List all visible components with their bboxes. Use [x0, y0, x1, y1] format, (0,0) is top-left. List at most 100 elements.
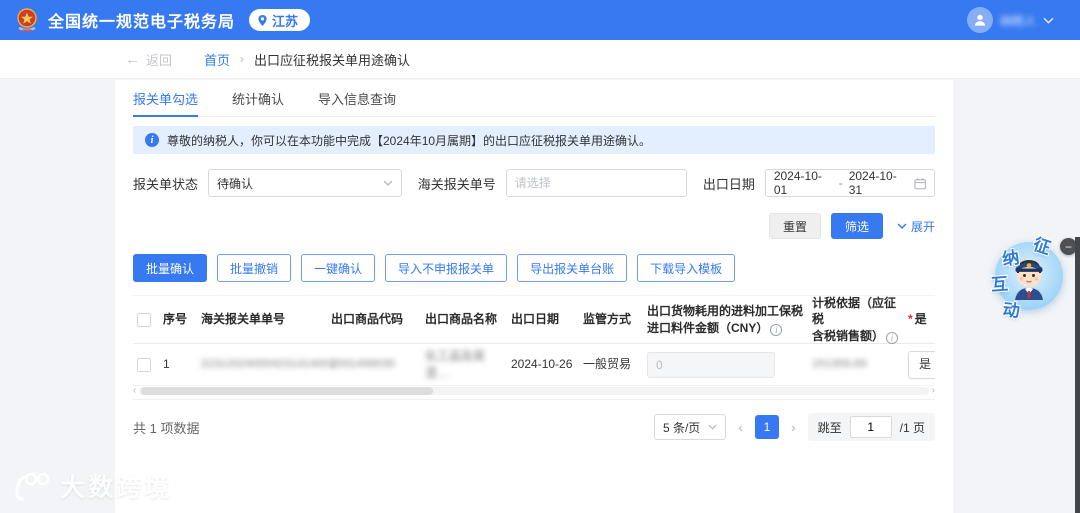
user-icon: [974, 14, 986, 26]
tab-bar: 报关单勾选 统计确认 导入信息查询: [133, 80, 935, 117]
row-seq: 1: [163, 357, 170, 372]
required-asterisk: *: [908, 312, 913, 327]
row-checkbox[interactable]: [137, 357, 151, 372]
col-bonded-line2: 进口料件金额（CNY）: [647, 320, 769, 335]
status-value: 待确认: [217, 176, 254, 191]
customs-no-input[interactable]: [514, 176, 678, 190]
widget-char-2[interactable]: 纳: [1000, 243, 1020, 270]
col-product-code: 出口商品代码: [331, 312, 404, 327]
chevron-down-icon: [897, 223, 907, 229]
filter-row: 报关单状态 待确认 海关报关单号 出口日期 2024-10-01 - 2024-…: [133, 169, 935, 197]
jump-page-input[interactable]: [849, 416, 892, 438]
chevron-down-icon: [1043, 17, 1054, 24]
info-banner-text: 尊敬的纳税人，你可以在本功能中完成【2024年10月属期】的出口应征税报关单用途…: [167, 133, 652, 148]
col-tax-basis: 计税依据（应征税 含税销售额） i: [812, 296, 908, 344]
info-banner: i 尊敬的纳税人，你可以在本功能中完成【2024年10月属期】的出口应征税报关单…: [133, 126, 935, 154]
batch-confirm-button[interactable]: 批量确认: [133, 254, 208, 282]
customs-no-field: [505, 169, 687, 197]
table-header-row: 序号 海关报关单单号 出口商品代码 出口商品名称 出口日期 监管方式 出口货物耗…: [133, 296, 935, 344]
confirm-select[interactable]: 是: [908, 350, 935, 379]
date-separator: -: [838, 176, 843, 190]
jump-label: 跳至: [817, 420, 842, 435]
select-all-checkbox[interactable]: [137, 312, 151, 327]
status-select[interactable]: 待确认: [208, 169, 402, 197]
current-page-button[interactable]: 1: [754, 415, 779, 439]
col-supervision: 监管方式: [583, 312, 632, 327]
col-seq: 序号: [163, 312, 188, 327]
info-icon[interactable]: i: [886, 331, 899, 344]
calendar-icon: [913, 177, 926, 189]
scroll-left-icon[interactable]: ‹: [133, 385, 136, 396]
customs-no-label: 海关报关单号: [417, 176, 496, 192]
total-pages-label: /1 页: [899, 420, 925, 435]
location-badge[interactable]: 江苏: [249, 9, 311, 31]
tab-declaration-select[interactable]: 报关单勾选: [133, 80, 199, 117]
scrollbar-track[interactable]: [139, 386, 929, 395]
export-ledger-button[interactable]: 导出报关单台账: [517, 254, 628, 282]
one-click-confirm-button[interactable]: 一键确认: [301, 254, 376, 282]
watermark-logo: [15, 472, 50, 501]
date-end: 2024-10-31: [848, 169, 897, 197]
col-export-date: 出口日期: [511, 312, 560, 327]
breadcrumb: ← 返回 首页 › 出口应征税报关单用途确认: [0, 40, 1080, 79]
col-customs-no: 海关报关单单号: [201, 312, 286, 327]
export-date-label: 出口日期: [702, 176, 755, 192]
pagination: 5 条/页 ‹ 1 › 跳至 /1 页: [653, 413, 935, 441]
row-tax-basis: 151359.69: [812, 358, 867, 371]
widget-char-3[interactable]: 互: [990, 269, 1009, 295]
declarations-table: 序号 海关报关单单号 出口商品代码 出口商品名称 出口日期 监管方式 出口货物耗…: [133, 295, 935, 400]
avatar[interactable]: [966, 7, 993, 33]
row-product-code: 2931499030: [331, 358, 396, 371]
total-count: 共 1 项数据: [133, 420, 200, 436]
expand-toggle[interactable]: 展开: [897, 218, 935, 235]
user-menu[interactable]: 纳税人: [966, 7, 1054, 33]
row-export-date: 2024-10-26: [511, 357, 573, 372]
tab-import-info-query[interactable]: 导入信息查询: [318, 80, 396, 116]
confirm-value: 是: [919, 357, 932, 372]
breadcrumb-home-link[interactable]: 首页: [204, 50, 230, 69]
back-label: 返回: [146, 52, 173, 68]
row-product-name: 化工品及其混…: [425, 349, 486, 380]
page-size-select[interactable]: 5 条/页: [653, 414, 727, 440]
filter-buttons-row: 重置 筛选 展开: [133, 213, 935, 239]
screen-edge-strip: [1075, 237, 1080, 513]
expand-label: 展开: [910, 219, 935, 234]
back-button[interactable]: ← 返回: [125, 50, 172, 69]
back-arrow-icon: ←: [125, 50, 140, 68]
batch-revoke-button[interactable]: 批量撤销: [217, 254, 292, 282]
info-icon: i: [145, 133, 159, 147]
breadcrumb-separator-icon: ›: [240, 52, 245, 66]
reset-button[interactable]: 重置: [768, 213, 821, 239]
col-basis-line2: 含税销售额）: [812, 328, 885, 343]
chevron-down-icon: [383, 180, 393, 186]
tab-statistics-confirm[interactable]: 统计确认: [232, 80, 284, 116]
app-header: 全国统一规范电子税务局 江苏 纳税人: [0, 0, 1080, 40]
prev-page-icon[interactable]: ‹: [738, 419, 743, 435]
chevron-down-icon: [708, 424, 717, 430]
page-size-value: 5 条/页: [662, 420, 701, 435]
widget-char-4[interactable]: 动: [1002, 295, 1022, 322]
app-title: 全国统一规范电子税务局: [48, 14, 236, 31]
row-supervision: 一般贸易: [583, 357, 632, 372]
col-bonded-amount: 出口货物耗用的进料加工保税 进口料件金额（CNY） i: [647, 303, 812, 336]
col-confirm-label: 是: [914, 312, 927, 327]
page-jump-group: 跳至 /1 页: [807, 413, 935, 441]
export-date-range-picker[interactable]: 2024-10-01 - 2024-10-31: [764, 169, 935, 197]
import-undeclared-button[interactable]: 导入不申报报关单: [385, 254, 508, 282]
location-pin-icon: [258, 14, 267, 26]
bonded-amount-input: [647, 351, 775, 378]
brand-area: 全国统一规范电子税务局 江苏: [14, 7, 311, 33]
main-card: 报关单勾选 统计确认 导入信息查询 i 尊敬的纳税人，你可以在本功能中完成【20…: [115, 80, 953, 513]
breadcrumb-current: 出口应征税报关单用途确认: [254, 52, 411, 68]
scroll-right-icon[interactable]: ›: [932, 385, 935, 396]
col-confirm: * 是: [908, 311, 935, 327]
row-customs-no: 223120240004231414001: [201, 358, 336, 371]
username: 纳税人: [999, 13, 1036, 28]
info-icon[interactable]: i: [770, 323, 783, 336]
scrollbar-thumb[interactable]: [141, 386, 434, 395]
download-template-button[interactable]: 下载导入模板: [637, 254, 736, 282]
action-buttons-row: 批量确认 批量撤销 一键确认 导入不申报报关单 导出报关单台账 下载导入模板: [133, 254, 935, 282]
filter-button[interactable]: 筛选: [830, 213, 883, 239]
next-page-icon[interactable]: ›: [791, 419, 796, 435]
horizontal-scrollbar: ‹ ›: [133, 385, 935, 400]
